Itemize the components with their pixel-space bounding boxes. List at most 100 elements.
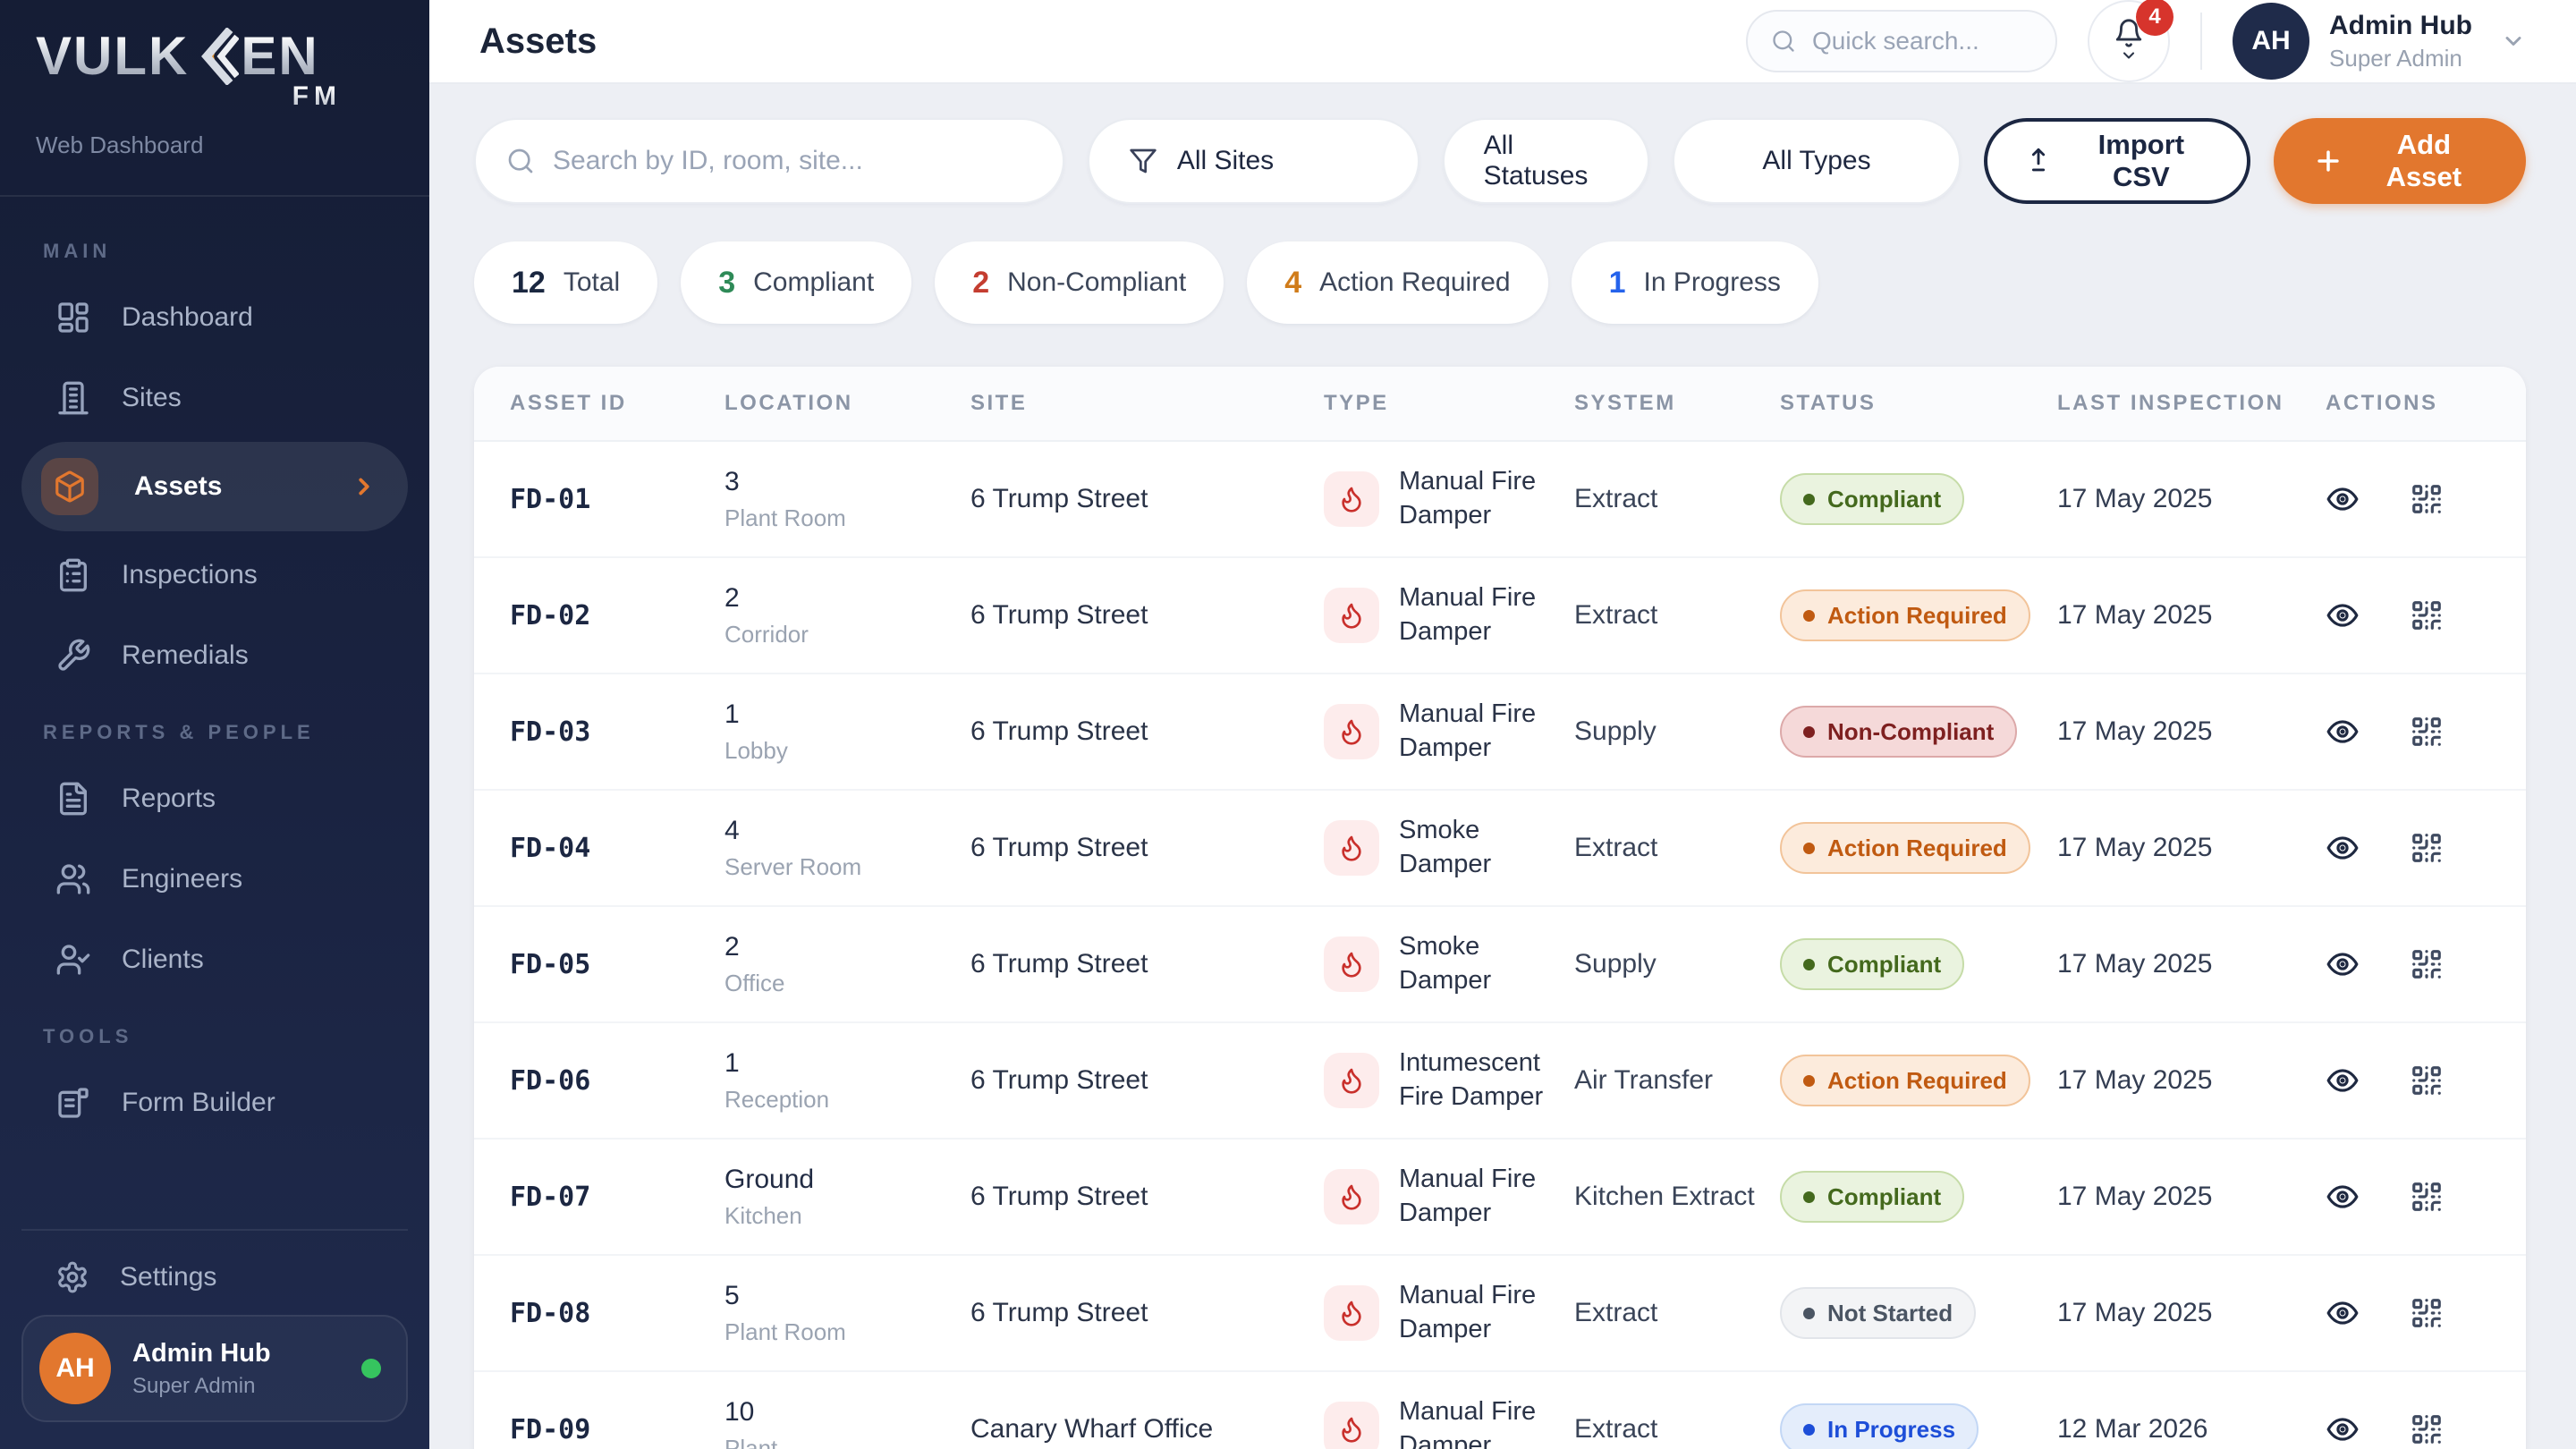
site-cell: 6 Trump Street [970,484,1324,514]
stat-label: Non-Compliant [1007,267,1186,298]
asset-id-cell: FD-08 [510,1298,724,1329]
location-cell: 1 Lobby [724,699,970,765]
status-cell: Compliant [1780,473,2057,525]
brand-logo: VULK EN FM Web Dashboard [0,0,429,181]
qr-code-icon[interactable] [2410,482,2444,516]
stat-chip[interactable]: 3 Compliant [681,242,911,324]
sidebar-item-engineers[interactable]: Engineers [0,839,429,919]
site-filter-dropdown[interactable]: All Sites [1088,118,1419,204]
sidebar-item-label: Dashboard [122,302,253,333]
last-inspection-cell: 17 May 2025 [2057,833,2326,863]
stat-chip[interactable]: 4 Action Required [1247,242,1547,324]
sidebar-item-remedials[interactable]: Remedials [0,615,429,696]
last-inspection-cell: 17 May 2025 [2057,1298,2326,1328]
users-icon [55,861,91,897]
qr-code-icon[interactable] [2410,598,2444,632]
qr-code-icon[interactable] [2410,1063,2444,1097]
stat-value: 1 [1609,266,1626,301]
nav-section-tools: TOOLS [0,1000,429,1063]
qr-code-icon[interactable] [2410,1180,2444,1214]
view-eye-icon[interactable] [2326,831,2360,865]
quick-search-input[interactable] [1812,27,2032,55]
asset-search-input[interactable] [553,146,1032,176]
stat-chip[interactable]: 1 In Progress [1572,242,1818,324]
view-eye-icon[interactable] [2326,1063,2360,1097]
location-floor: 3 [724,467,970,497]
site-cell: 6 Trump Street [970,833,1324,863]
status-filter-dropdown[interactable]: All Statuses [1443,118,1649,204]
sidebar-item-form-builder[interactable]: Form Builder [0,1063,429,1143]
site-cell: 6 Trump Street [970,1065,1324,1096]
status-label: Not Started [1827,1300,1953,1327]
asset-search [474,118,1064,204]
status-dot [1803,494,1815,505]
qr-code-icon[interactable] [2410,947,2444,981]
status-dot [1803,1424,1815,1436]
notifications-button[interactable]: 4 [2088,0,2170,82]
add-asset-button[interactable]: Add Asset [2274,118,2526,204]
last-inspection-cell: 17 May 2025 [2057,1182,2326,1212]
view-eye-icon[interactable] [2326,947,2360,981]
sidebar-divider [0,195,429,197]
location-room: Office [724,970,970,997]
type-label: Smoke Damper [1399,930,1574,997]
view-eye-icon[interactable] [2326,1296,2360,1330]
sidebar: VULK EN FM Web Dashboard MAIN Dashboard [0,0,429,1449]
flame-icon [1337,1182,1366,1211]
location-cell: 5 Plant Room [724,1281,970,1346]
profile-role: Super Admin [2329,45,2472,72]
sidebar-item-settings[interactable]: Settings [21,1240,408,1315]
table-row: FD-05 2 Office 6 Trump Street Smoke Damp… [474,907,2526,1023]
funnel-icon [1129,147,1157,175]
view-eye-icon[interactable] [2326,1412,2360,1446]
qr-code-icon[interactable] [2410,831,2444,865]
sidebar-item-label: Reports [122,784,216,814]
type-label: Manual Fire Damper [1399,698,1574,765]
fire-icon-chip [1324,704,1379,759]
sidebar-profile-card[interactable]: AH Admin Hub Super Admin [21,1315,408,1422]
system-cell: Air Transfer [1574,1065,1780,1096]
location-cell: 4 Server Room [724,816,970,881]
status-label: Action Required [1827,835,2007,862]
assets-icon-chip [41,458,98,515]
status-dot [1803,959,1815,970]
table-header-row: Asset ID Location Site Type System Statu… [474,367,2526,442]
sidebar-item-sites[interactable]: Sites [0,358,429,438]
import-csv-button[interactable]: Import CSV [1984,118,2250,204]
qr-code-icon[interactable] [2410,715,2444,749]
sidebar-item-clients[interactable]: Clients [0,919,429,1000]
qr-code-icon[interactable] [2410,1412,2444,1446]
sidebar-item-assets[interactable]: Assets [21,442,408,531]
status-label: Non-Compliant [1827,718,1994,746]
type-cell: Manual Fire Damper [1324,698,1574,765]
qr-code-icon[interactable] [2410,1296,2444,1330]
status-badge: Action Required [1780,589,2030,641]
sidebar-item-dashboard[interactable]: Dashboard [0,277,429,358]
profile-name: Admin Hub [132,1339,271,1368]
view-eye-icon[interactable] [2326,482,2360,516]
status-badge: Compliant [1780,1171,1964,1223]
view-eye-icon[interactable] [2326,598,2360,632]
profile-menu[interactable]: AH Admin Hub Super Admin [2233,3,2526,80]
sidebar-item-reports[interactable]: Reports [0,758,429,839]
view-eye-icon[interactable] [2326,715,2360,749]
column-header-system: System [1574,391,1780,416]
column-header-last-inspection: Last Inspection [2057,391,2326,416]
sidebar-nav: MAIN Dashboard Sites Assets [0,206,429,1215]
table-row: FD-03 1 Lobby 6 Trump Street Manual Fire… [474,674,2526,791]
form-builder-icon [55,1085,91,1121]
system-cell: Extract [1574,833,1780,863]
stat-chip[interactable]: 12 Total [474,242,657,324]
view-eye-icon[interactable] [2326,1180,2360,1214]
stat-value: 2 [972,266,989,301]
type-filter-dropdown[interactable]: All Types [1673,118,1961,204]
status-dot [1803,1075,1815,1087]
sidebar-item-inspections[interactable]: Inspections [0,535,429,615]
status-filter-value: All Statuses [1484,131,1608,191]
type-label: Manual Fire Damper [1399,581,1574,648]
status-label: Action Required [1827,1067,2007,1095]
stat-chip[interactable]: 2 Non-Compliant [935,242,1224,324]
upload-icon [2023,146,2054,176]
last-inspection-cell: 17 May 2025 [2057,600,2326,631]
asset-id-cell: FD-04 [510,833,724,864]
